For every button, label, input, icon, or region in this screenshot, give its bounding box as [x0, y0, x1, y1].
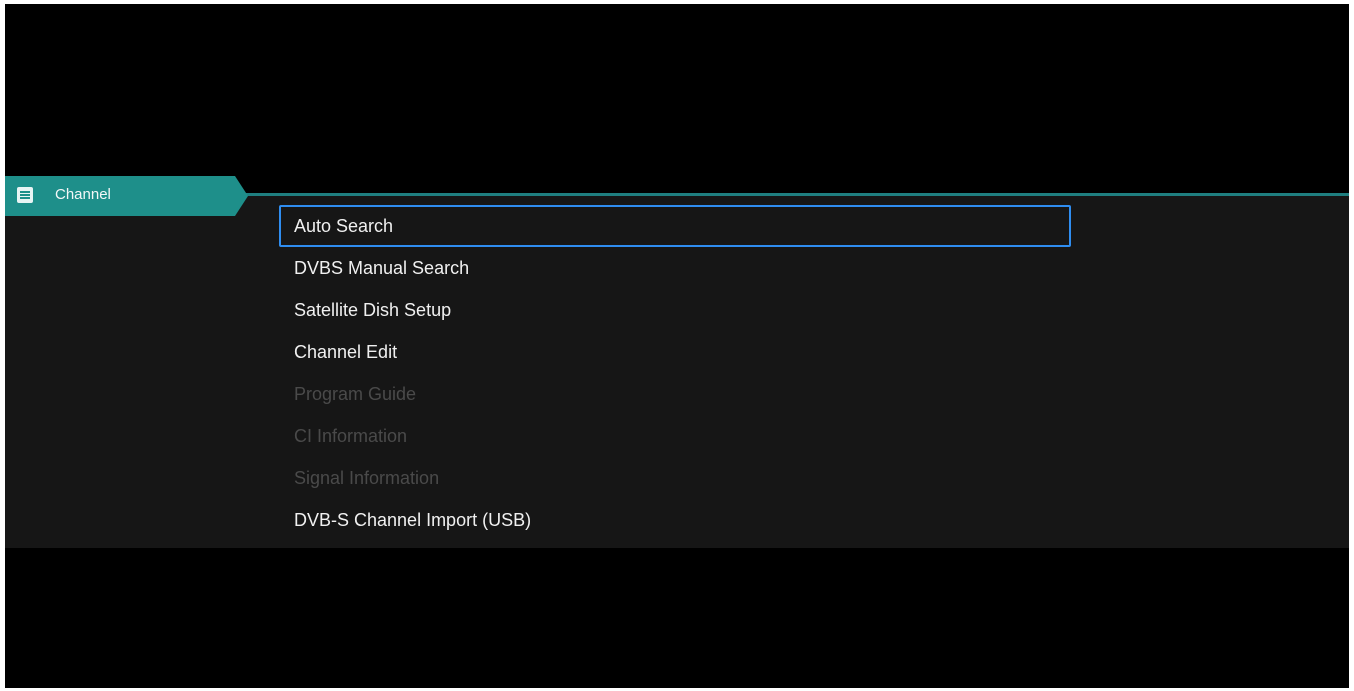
menu-list-icon [17, 187, 33, 203]
menu-item-ci-information: CI Information [294, 426, 408, 446]
channel-menu: Auto Search DVBS Manual Search Satellite… [279, 205, 1071, 541]
menu-item-channel-edit[interactable]: Channel Edit [279, 331, 1071, 373]
menu-item-program-guide: Program Guide [294, 384, 417, 404]
panel-divider [240, 193, 1349, 196]
menu-item-satellite-dish-setup[interactable]: Satellite Dish Setup [279, 289, 1071, 331]
menu-item-signal-information: Signal Information [294, 468, 440, 488]
menu-item-dvbs-manual-search[interactable]: DVBS Manual Search [279, 247, 1071, 289]
tab-channel[interactable]: Channel [5, 176, 248, 216]
menu-item-dvbs-channel-import[interactable]: DVB-S Channel Import (USB) [279, 499, 1071, 541]
tab-channel-label: Channel [55, 186, 111, 203]
menu-item-auto-search[interactable]: Auto Search [279, 205, 1071, 247]
